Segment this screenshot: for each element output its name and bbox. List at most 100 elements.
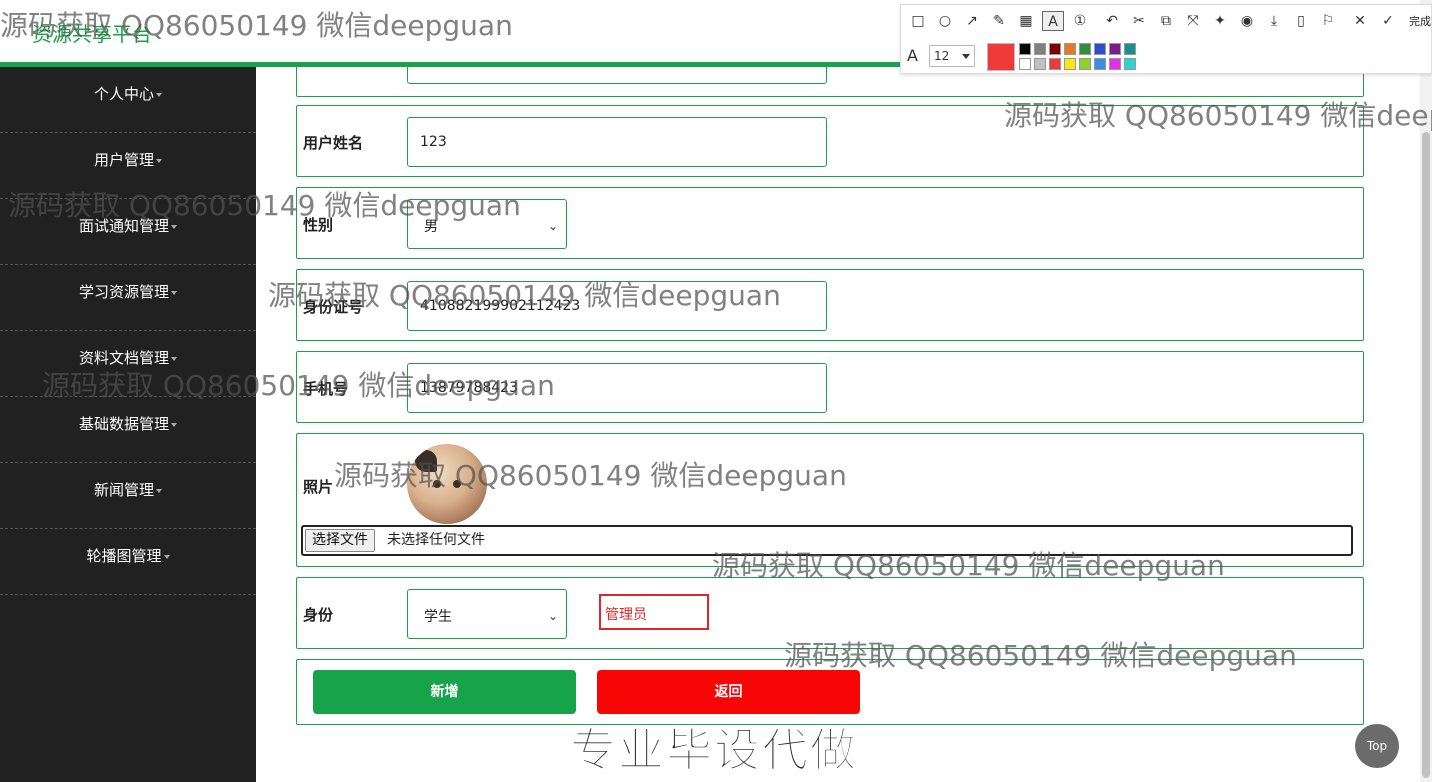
bookmark-icon[interactable]: ⚐: [1317, 11, 1339, 31]
scrollbar-thumb[interactable]: [1422, 132, 1430, 778]
color-swatch[interactable]: [1064, 58, 1076, 70]
caret-down-icon: [171, 422, 177, 427]
color-swatch[interactable]: [1079, 43, 1091, 55]
caret-down-icon: [156, 158, 162, 163]
sidebar-item-user-management[interactable]: 用户管理: [0, 133, 256, 199]
mosaic-icon[interactable]: ▦: [1015, 11, 1037, 31]
color-swatch[interactable]: [1109, 58, 1121, 70]
app-root: 资源共享平台 个人中心 用户管理 面试通知管理 学习资源管理 资料文档管理 基础…: [0, 0, 1432, 782]
font-size-value: 12: [934, 49, 950, 63]
color-swatch[interactable]: [1109, 43, 1121, 55]
sidebar-item-label: 用户管理: [93, 151, 154, 169]
phone-input[interactable]: 13879788423: [407, 363, 827, 413]
color-swatch[interactable]: [1019, 58, 1031, 70]
ocr-icon[interactable]: ⧉: [1155, 11, 1177, 31]
sidebar-item-personal-center[interactable]: 个人中心: [0, 67, 256, 133]
watermark-banner: 专业毕设代做: [570, 723, 858, 778]
role-select[interactable]: 学生 ⌄: [407, 589, 567, 639]
file-status-text: 未选择任何文件: [387, 532, 485, 548]
number-icon[interactable]: ①: [1069, 11, 1091, 31]
main-content: 用户姓名 123 性别 男 ⌄ 身份证号 410882199902112423 …: [256, 67, 1420, 782]
record-icon[interactable]: ◉: [1236, 11, 1258, 31]
clipped-input[interactable]: [407, 67, 827, 84]
color-swatch[interactable]: [1019, 43, 1031, 55]
chevron-down-icon: ⌄: [547, 219, 558, 233]
undo-icon[interactable]: ↶: [1101, 11, 1123, 31]
sidebar-item-documents[interactable]: 资料文档管理: [0, 331, 256, 397]
caret-down-icon: [171, 290, 177, 295]
color-swatch[interactable]: [1094, 58, 1106, 70]
caret-down-icon: [171, 224, 177, 229]
role-label: 身份: [303, 606, 334, 624]
gender-select-value: 男: [424, 219, 438, 235]
sidebar-item-label: 轮播图管理: [86, 547, 162, 565]
phone-label: 手机号: [303, 380, 349, 398]
form-row-role: 身份 学生 ⌄ 管理员: [296, 577, 1364, 649]
photo-detail: [433, 480, 441, 488]
photo-detail: [453, 480, 461, 488]
color-swatch[interactable]: [1049, 43, 1061, 55]
color-swatch[interactable]: [1049, 58, 1061, 70]
color-swatch[interactable]: [1064, 43, 1076, 55]
form-row-name: 用户姓名 123: [296, 105, 1364, 177]
download-icon[interactable]: ⤓: [1263, 11, 1285, 31]
text-icon[interactable]: A: [1042, 11, 1064, 31]
gender-label: 性别: [303, 216, 334, 234]
gender-select[interactable]: 男 ⌄: [407, 199, 567, 249]
color-swatch[interactable]: [1124, 58, 1136, 70]
form-row-idcard: 身份证号 410882199902112423: [296, 269, 1364, 341]
pen-icon[interactable]: ✎: [988, 11, 1010, 31]
choose-file-button[interactable]: 选择文件: [305, 529, 375, 552]
font-size-select[interactable]: 12: [929, 45, 975, 67]
idcard-input[interactable]: 410882199902112423: [407, 281, 827, 331]
sidebar-item-label: 面试通知管理: [78, 217, 169, 235]
color-swatch[interactable]: [1079, 58, 1091, 70]
cut-icon[interactable]: ✂: [1128, 11, 1150, 31]
caret-down-icon: [171, 356, 177, 361]
color-swatch[interactable]: [1034, 58, 1046, 70]
form-row-photo: 照片 选择文件 未选择任何文件: [296, 433, 1364, 567]
resize-icon[interactable]: ⤧: [1182, 11, 1204, 31]
sidebar-item-base-data[interactable]: 基础数据管理: [0, 397, 256, 463]
back-to-top-button[interactable]: Top: [1355, 724, 1399, 768]
sidebar-item-interview-notice[interactable]: 面试通知管理: [0, 199, 256, 265]
sidebar-item-label: 个人中心: [93, 85, 154, 103]
check-icon[interactable]: ✓: [1377, 11, 1399, 31]
back-button[interactable]: 返回: [597, 670, 860, 714]
sidebar-item-label: 新闻管理: [93, 481, 154, 499]
sidebar-item-label: 资料文档管理: [78, 349, 169, 367]
sidebar-item-carousel[interactable]: 轮播图管理: [0, 529, 256, 595]
name-input[interactable]: 123: [407, 117, 827, 167]
sidebar-item-learning-resources[interactable]: 学习资源管理: [0, 265, 256, 331]
pin-icon[interactable]: ✦: [1209, 11, 1231, 31]
form-row-gender: 性别 男 ⌄: [296, 187, 1364, 259]
photo-preview: [407, 444, 487, 524]
photo-label: 照片: [303, 478, 334, 496]
caret-down-icon: [163, 554, 170, 559]
caret-down-icon: [962, 54, 970, 59]
idcard-label: 身份证号: [303, 298, 364, 316]
caret-down-icon: [156, 488, 162, 493]
rectangle-icon[interactable]: □: [907, 11, 929, 31]
sidebar-item-news[interactable]: 新闻管理: [0, 463, 256, 529]
phone-icon[interactable]: ▯: [1290, 11, 1312, 31]
name-label: 用户姓名: [303, 134, 364, 152]
ellipse-icon[interactable]: ○: [934, 11, 956, 31]
color-swatch[interactable]: [1034, 43, 1046, 55]
color-swatch[interactable]: [1124, 43, 1136, 55]
snip-toolbar: □ ○ ↗ ✎ ▦ A ① ↶ ✂ ⧉ ⤧ ✦ ◉ ⤓ ▯ ⚐ ✕ ✓ 完成 A…: [900, 4, 1432, 74]
current-color-swatch[interactable]: [987, 43, 1015, 71]
close-icon[interactable]: ✕: [1349, 11, 1371, 31]
brand-title[interactable]: 资源共享平台: [32, 18, 152, 47]
role-select-value: 学生: [424, 609, 452, 625]
arrow-icon[interactable]: ↗: [961, 11, 983, 31]
font-size-icon: A: [907, 46, 918, 65]
sidebar-item-label: 基础数据管理: [78, 415, 169, 433]
caret-down-icon: [156, 92, 162, 97]
sidebar-item-label: 学习资源管理: [78, 283, 169, 301]
color-swatch[interactable]: [1094, 43, 1106, 55]
role-annotation-box[interactable]: 管理员: [599, 594, 709, 630]
done-label[interactable]: 完成: [1409, 13, 1431, 29]
add-button[interactable]: 新增: [313, 670, 576, 714]
file-input[interactable]: 选择文件 未选择任何文件: [301, 525, 1353, 556]
